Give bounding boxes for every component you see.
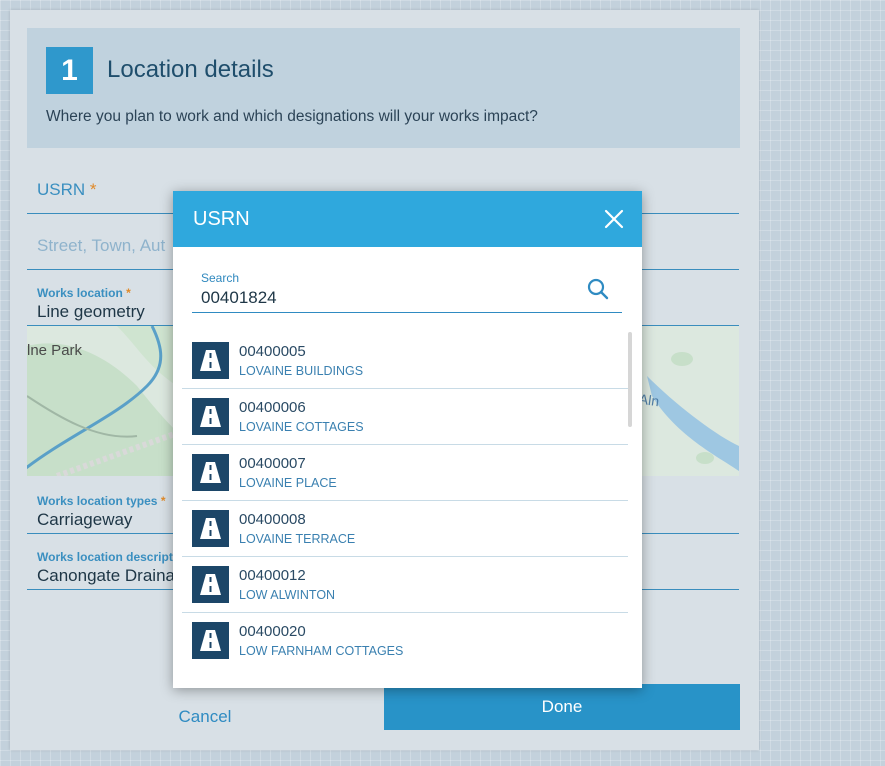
road-icon xyxy=(192,566,229,603)
usrn-dialog: USRN Search 00400005 LOVAINE BUILDINGS xyxy=(173,191,642,688)
search-icon[interactable] xyxy=(586,277,610,301)
section-header: 1 Location details Where you plan to wor… xyxy=(27,28,740,148)
road-icon xyxy=(192,454,229,491)
list-item[interactable]: 00400005 LOVAINE BUILDINGS xyxy=(182,332,628,389)
list-item[interactable]: 00400007 LOVAINE PLACE xyxy=(182,444,628,501)
search-label: Search xyxy=(201,271,240,285)
usrn-number: 00400020 xyxy=(239,623,306,640)
list-item[interactable]: 00400008 LOVAINE TERRACE xyxy=(182,500,628,557)
works-location-types-value: Carriageway xyxy=(37,510,133,529)
cancel-button[interactable]: Cancel xyxy=(150,695,260,739)
street-name: LOW FARNHAM COTTAGES xyxy=(239,644,404,658)
map-park-label: lne Park xyxy=(27,342,83,359)
street-placeholder: Street, Town, Aut xyxy=(37,236,166,255)
list-item[interactable]: 00400020 LOW FARNHAM COTTAGES xyxy=(182,612,628,668)
page-subtitle: Where you plan to work and which designa… xyxy=(46,108,538,125)
usrn-number: 00400012 xyxy=(239,567,306,584)
required-marker: * xyxy=(89,180,97,199)
street-name: LOVAINE COTTAGES xyxy=(239,420,364,434)
done-button[interactable]: Done xyxy=(384,684,740,730)
search-input[interactable] xyxy=(201,287,581,309)
step-number-badge: 1 xyxy=(46,47,93,94)
street-name: LOVAINE BUILDINGS xyxy=(239,364,364,378)
works-location-label: Works location * xyxy=(37,286,131,300)
works-location-types-label: Works location types * xyxy=(37,494,166,508)
results-list[interactable]: 00400005 LOVAINE BUILDINGS 00400006 LOVA… xyxy=(182,332,628,668)
search-underline xyxy=(192,312,622,313)
usrn-number: 00400008 xyxy=(239,511,306,528)
road-icon xyxy=(192,510,229,547)
dialog-header: USRN xyxy=(173,191,642,247)
works-location-description-label: Works location descripti xyxy=(37,550,177,564)
close-icon[interactable] xyxy=(602,207,626,231)
road-icon xyxy=(192,622,229,659)
street-name: LOVAINE TERRACE xyxy=(239,532,356,546)
usrn-number: 00400006 xyxy=(239,399,306,416)
list-item[interactable]: 00400012 LOW ALWINTON xyxy=(182,556,628,613)
road-icon xyxy=(192,398,229,435)
results-scrollbar[interactable] xyxy=(628,332,632,427)
street-name: LOVAINE PLACE xyxy=(239,476,337,490)
list-item[interactable]: 00400006 LOVAINE COTTAGES xyxy=(182,388,628,445)
works-location-description-value: Canongate Draina xyxy=(37,566,175,585)
usrn-label: USRN * xyxy=(37,180,97,199)
dialog-title: USRN xyxy=(193,208,250,230)
usrn-number: 00400007 xyxy=(239,455,306,472)
usrn-number: 00400005 xyxy=(239,343,306,360)
street-name: LOW ALWINTON xyxy=(239,588,336,602)
page-title: Location details xyxy=(107,56,274,83)
works-location-value: Line geometry xyxy=(37,302,145,321)
road-icon xyxy=(192,342,229,379)
